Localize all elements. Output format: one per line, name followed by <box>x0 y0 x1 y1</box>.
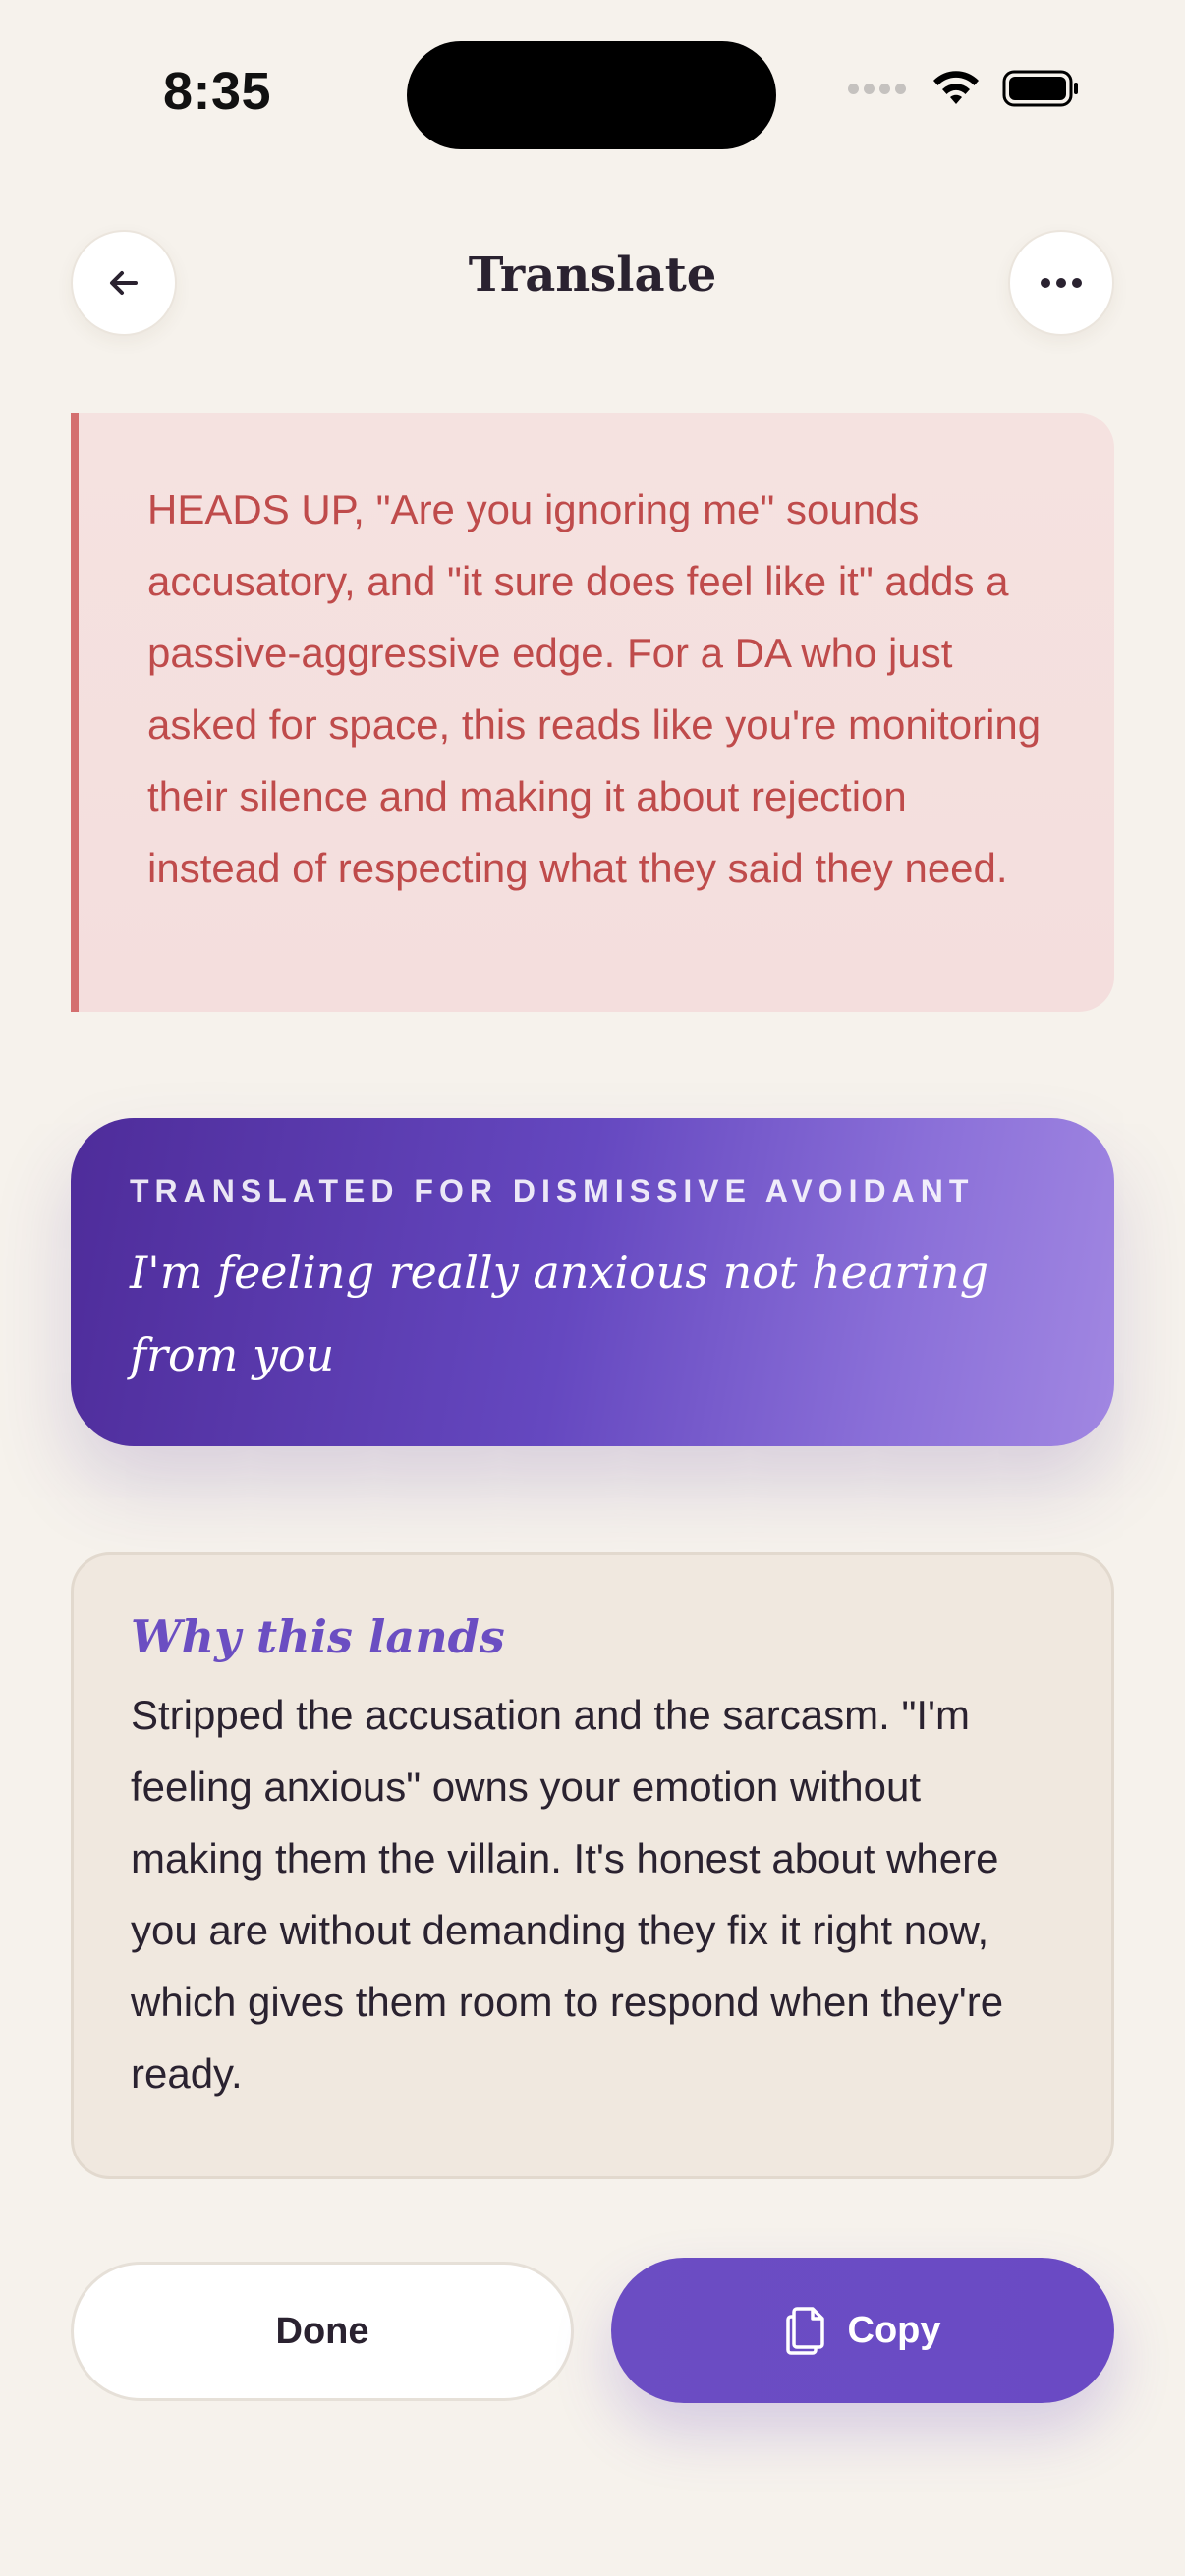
page-title: Translate <box>468 248 717 303</box>
translation-text: I'm feeling really anxious not hearing f… <box>130 1246 989 1381</box>
status-icons <box>848 69 1081 108</box>
warning-text: HEADS UP, "Are you ignoring me" sounds a… <box>147 486 1042 891</box>
dynamic-island <box>407 41 776 149</box>
battery-icon <box>1002 70 1078 107</box>
tone-warning-card: HEADS UP, "Are you ignoring me" sounds a… <box>71 413 1114 1012</box>
translation-label: TRANSLATED FOR DISMISSIVE AVOIDANT <box>130 1173 975 1208</box>
wifi-icon <box>933 71 979 104</box>
more-options-button[interactable] <box>1008 230 1114 336</box>
done-label: Done <box>275 2310 369 2352</box>
status-time: 8:35 <box>163 62 272 121</box>
done-button[interactable]: Done <box>71 2262 574 2401</box>
explanation-text: Stripped the accusation and the sarcasm.… <box>131 1692 1004 2097</box>
explanation-card: Why this lands Stripped the accusation a… <box>71 1552 1114 2179</box>
explanation-title: Why this lands <box>131 1610 505 1663</box>
translation-card: TRANSLATED FOR DISMISSIVE AVOIDANT I'm f… <box>71 1118 1114 1446</box>
ellipsis-icon <box>1041 278 1082 288</box>
copy-button[interactable]: Copy <box>611 2258 1114 2403</box>
copy-icon <box>785 2307 824 2355</box>
copy-label: Copy <box>847 2309 941 2351</box>
signal-icon <box>848 83 906 94</box>
